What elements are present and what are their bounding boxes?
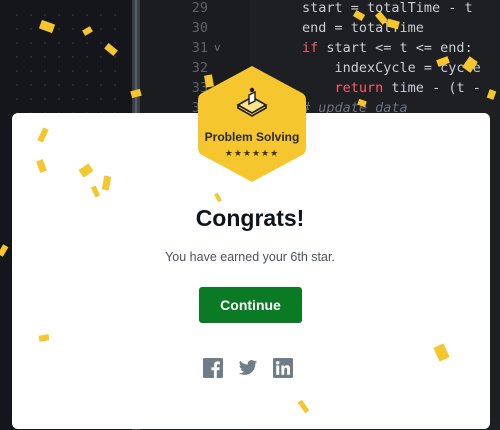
twitter-icon[interactable] <box>238 358 258 378</box>
line-number: 29 <box>191 0 208 16</box>
code-text: indexCycle = cycle <box>302 58 481 78</box>
code-line: 29 start = totalTime - t <box>140 0 500 18</box>
facebook-icon[interactable] <box>203 358 223 378</box>
code-token: return <box>334 80 384 96</box>
code-token: start <= t <= end: <box>318 40 473 56</box>
line-number: 31 <box>191 40 208 56</box>
congrats-title: Congrats! <box>195 205 305 231</box>
code-text: end = totalTime <box>302 18 424 38</box>
linkedin-icon[interactable] <box>273 358 293 378</box>
fold-chevron-icon[interactable]: v <box>214 38 221 58</box>
code-token: if <box>302 40 319 56</box>
line-number: 30 <box>191 20 208 36</box>
code-line: 31 v if start <= t <= end: <box>140 38 500 58</box>
star-earned-message: You have earned your 6th star. <box>165 250 335 264</box>
continue-button[interactable]: Continue <box>199 287 302 323</box>
code-text: return time - (t - <box>302 78 481 98</box>
code-line: 33 return time - (t - <box>140 78 500 98</box>
code-token: end = totalTime <box>302 20 424 36</box>
code-line: 30 end = totalTime <box>140 18 500 38</box>
code-token: time - (t - <box>383 80 481 96</box>
code-token: indexCycle = cycle <box>302 60 481 76</box>
badge-label: Problem Solving <box>204 130 300 144</box>
badge-stars: ★★★★★★ <box>224 148 280 158</box>
code-token: start = totalTime - t <box>302 0 473 16</box>
code-text: start = totalTime - t <box>302 0 473 18</box>
